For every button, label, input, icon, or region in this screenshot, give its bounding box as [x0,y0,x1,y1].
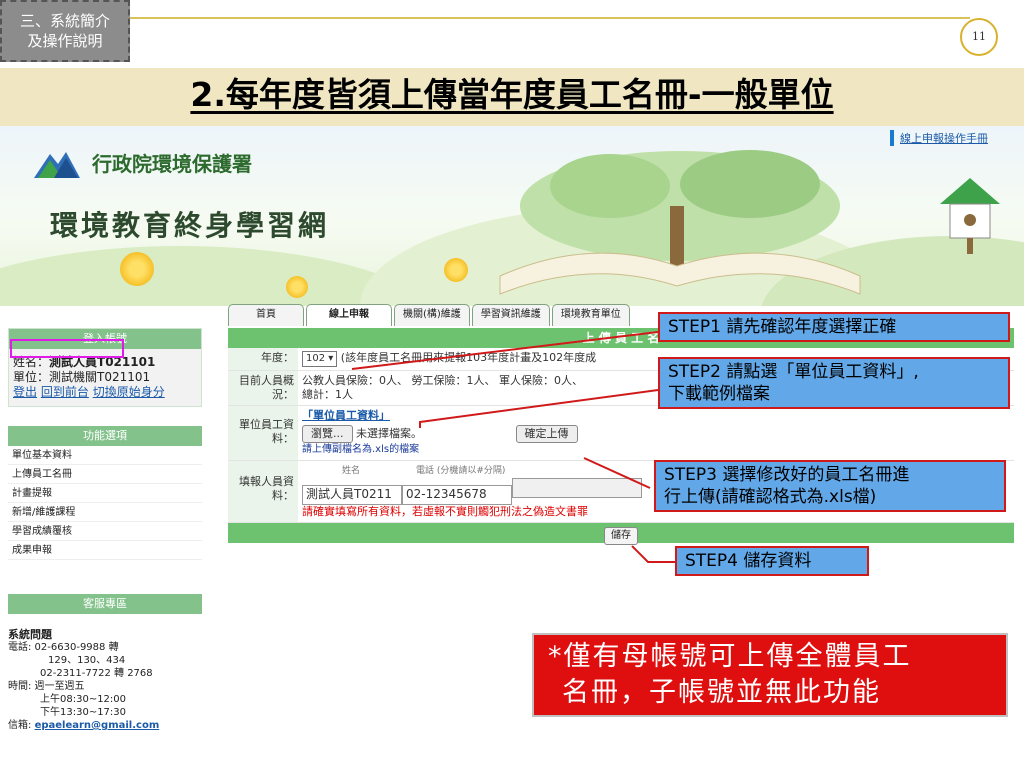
file-hint: 請上傳副檔名為.xls的檔案 [302,444,420,455]
save-bar: 儲存 [228,523,1014,545]
menu-item-result-report[interactable]: 成果申報 [8,541,202,560]
contact-phone1: 電話: 02-6630-9988 轉 [8,642,119,653]
flower-icon [120,252,154,286]
filler-name-input[interactable]: 測試人員T0211 [302,485,402,505]
menu-highlight-box [10,339,124,358]
contact-phone1-ext: 129、130、434 [48,655,126,666]
slide-title: 2.每年度皆須上傳當年度員工名冊-一般單位 [190,75,834,114]
menu-item-plan-report[interactable]: 計畫提報 [8,484,202,503]
tab-home[interactable]: 首頁 [228,304,304,326]
tab-org-maintain[interactable]: 機關(構)維護 [394,304,470,326]
service-header: 客服專區 [8,594,202,614]
logout-link[interactable]: 登出 [13,385,37,399]
sub-account-note: *僅有母帳號可上傳全體員工 名冊，子帳號並無此功能 [532,633,1008,717]
birdhouse-icon [940,178,1000,254]
site-name: 環境教育終身學習網 [50,209,330,242]
col-name-header: 姓名 [342,466,361,476]
contact-time: 時間: 週一至週五 [8,681,85,692]
manual-link[interactable]: 線上申報操作手冊 [890,130,988,146]
unit-staff-file-link[interactable]: 「單位員工資料」 [302,409,390,422]
section-tag-line1: 三、系統簡介 [19,12,110,30]
file-row: 單位員工資料： 「單位員工資料」 瀏覽... 未選擇檔案。 確定上傳 請上傳副檔… [228,406,1014,461]
col-phone-header: 電話 (分機請以#分隔) [416,466,506,476]
save-button[interactable]: 儲存 [604,527,638,545]
menu-item-score-review[interactable]: 學習成績覆核 [8,522,202,541]
tab-learning-info[interactable]: 學習資訊維護 [471,304,550,326]
browse-button[interactable]: 瀏覽... [302,425,353,443]
open-book-illustration-icon [499,150,861,295]
flower-icon [444,258,468,282]
menu-item-unit-info[interactable]: 單位基本資料 [8,446,202,465]
mail-label: 信箱: [8,720,35,731]
nav-tabs: 首頁 線上申報 機關(構)維護 學習資訊維護 環境教育單位 [228,304,630,326]
filler-phone-input[interactable]: 02-12345678 [402,485,512,505]
contact-pm: 下午13:30~17:30 [40,707,127,718]
filler-extra-input[interactable] [512,478,642,498]
year-note: (該年度員工名冊用來提報103年度計畫及102年度成 [340,351,597,364]
step3-callout: STEP3 選擇修改好的員工名冊進 行上傳(請確認格式為.xls檔) [654,460,1006,512]
confirm-upload-button[interactable]: 確定上傳 [515,425,578,443]
menu-item-upload-roster[interactable]: 上傳員工名冊 [8,465,202,484]
contact-am: 上午08:30~12:00 [40,694,127,705]
top-rule [130,17,970,19]
switch-identity-link[interactable]: 切換原始身分 [93,385,165,399]
epa-logo-icon [34,152,80,178]
step1-callout: STEP1 請先確認年度選擇正確 [658,312,1010,342]
file-status: 未選擇檔案。 [356,427,422,440]
function-menu: 功能選項 單位基本資料 上傳員工名冊 計畫提報 新增/維護課程 學習成績覆核 成… [8,426,202,560]
file-label: 單位員工資料： [228,406,298,460]
step4-callout: STEP4 儲存資料 [675,546,869,576]
tab-online-report[interactable]: 線上申報 [306,304,392,326]
filler-label: 填報人員資料： [228,461,298,522]
section-tag-line2: 及操作說明 [27,32,103,50]
staff-label: 目前人員概況： [228,371,298,405]
service-panel: 客服專區 系統問題 電話: 02-6630-9988 轉 129、130、434… [8,594,202,732]
tab-edu-unit[interactable]: 環境教育單位 [551,304,630,326]
year-select[interactable]: 102 ▾ [302,351,338,367]
unit-label: 單位： [13,370,50,384]
contact-title: 系統問題 [8,628,52,641]
site-banner: 行政院環境保護署 環境教育終身學習網 [0,126,1024,306]
unit-name: 測試機關T021101 [49,370,151,384]
year-label: 年度： [228,348,298,370]
flower-icon [286,276,308,298]
page-number: 11 [960,18,998,56]
contact-info: 系統問題 電話: 02-6630-9988 轉 129、130、434 02-2… [8,614,202,732]
menu-header: 功能選項 [8,426,202,446]
section-tag: 三、系統簡介 及操作說明 [0,0,130,62]
contact-phone2: 02-2311-7722 轉 2768 [40,668,153,679]
contact-mail-link[interactable]: epaelearn@gmail.com [35,720,160,731]
org-name: 行政院環境保護署 [92,152,252,176]
step2-callout: STEP2 請點選「單位員工資料」, 下載範例檔案 [658,357,1010,409]
frontend-link[interactable]: 回到前台 [41,385,89,399]
menu-item-course[interactable]: 新增/維護課程 [8,503,202,522]
